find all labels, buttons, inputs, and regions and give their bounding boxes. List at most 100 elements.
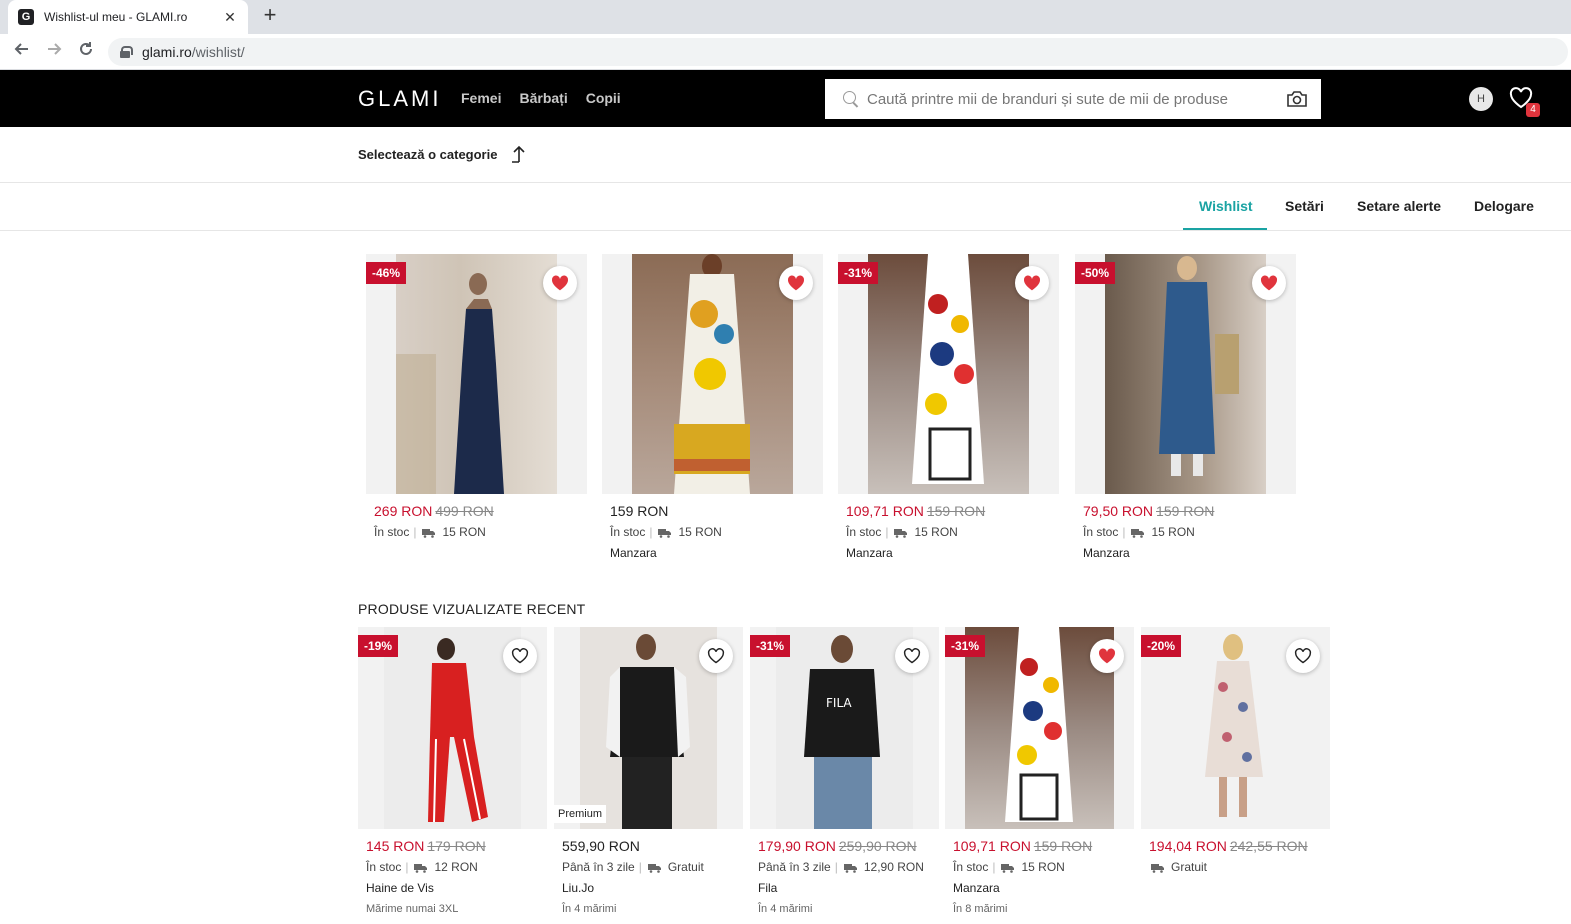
discount-badge: -50% [1075,262,1116,284]
product-image[interactable]: -50% [1075,254,1296,494]
camera-icon[interactable] [1279,87,1315,111]
search-input[interactable] [867,90,1279,108]
discount-badge: -19% [358,635,399,657]
discount-badge: -31% [750,635,791,657]
discount-badge: -31% [838,262,879,284]
wishlist-product-card[interactable]: -50% 79,50 RON 159 RON În stoc | 15 RON Man… [1075,254,1296,560]
recently-viewed-title: PRODUSE VIZUALIZATE RECENT [358,601,586,617]
recent-product-card[interactable]: FILA -31% 179,90 RON 259,90 RON Până în 3… [750,627,939,915]
old-price: 242,55 RON [1229,838,1308,854]
heart-outline-icon[interactable] [1286,639,1320,673]
old-price: 159 RON [1156,503,1215,519]
heart-outline-icon[interactable] [503,639,537,673]
brand-name[interactable]: Manzara [838,546,1059,560]
product-price: 269 RON [374,503,433,519]
nav-barbati[interactable]: Bărbați [519,90,567,106]
size-info: În 4 mărimi [562,903,617,915]
product-price: 109,71 RON [953,838,1031,854]
shipping-cost: Gratuit [1171,860,1208,874]
heart-filled-icon[interactable] [543,266,577,300]
product-image[interactable] [602,254,823,494]
shipping-cost: 15 RON [442,525,486,539]
availability: Până în 3 zile [562,860,635,874]
product-image[interactable]: FILA -31% [750,627,939,829]
availability: În stoc [846,525,882,539]
product-image[interactable]: -46% [366,254,587,494]
old-price: 179 RON [427,838,486,854]
truck-icon [422,527,436,538]
brand-name[interactable]: Manzara [1075,546,1296,560]
heart-filled-icon[interactable] [779,266,813,300]
old-price: 259,90 RON [838,838,917,854]
brand-name[interactable]: Liu.Jo [554,881,743,895]
size-info: În 4 mărimi [758,903,813,915]
abstract-print-dress-photo [868,254,1029,494]
product-image[interactable]: Premium [554,627,743,829]
black-sweater-photo [580,627,717,829]
recent-product-card[interactable]: -20% 194,04 RON 242,55 RON Gratuit [1141,627,1330,874]
premium-badge: Premium [554,805,607,823]
tab-wishlist[interactable]: Wishlist [1199,198,1253,214]
svg-text:FILA: FILA [826,696,852,710]
brand-name[interactable]: Manzara [945,881,1134,895]
old-price: 499 RON [435,503,494,519]
recent-product-card[interactable]: -31% 109,71 RON 159 RON În stoc | 15 RON Ma… [945,627,1134,915]
truck-icon [414,862,428,873]
select-category-link[interactable]: Selectează o categorie [358,147,497,162]
nav-femei[interactable]: Femei [461,90,501,106]
browser-tab-strip: G Wishlist-ul meu - GLAMI.ro ✕ + [0,0,1571,34]
shipping-cost: 12,90 RON [863,860,924,874]
shipping-cost: 15 RON [914,525,958,539]
product-image[interactable]: -31% [838,254,1059,494]
glami-logo[interactable]: GLAMI [358,86,441,112]
tab-setare-alerte[interactable]: Setare alerte [1357,198,1441,214]
brand-name[interactable]: Manzara [602,546,823,560]
availability: În stoc [610,525,646,539]
heart-filled-icon[interactable] [1090,639,1124,673]
availability: În stoc [366,860,402,874]
black-hoodie-photo: FILA [776,627,913,829]
search-icon [843,91,859,107]
floral-maxi-dress-photo [632,254,793,494]
wishlist-product-card[interactable]: -46% 269 RON 499 RON În stoc | 15 RON [366,254,587,539]
reload-icon[interactable] [74,40,98,64]
url-field[interactable]: glami.ro/wishlist/ [108,38,1568,66]
heart-outline-icon[interactable] [895,639,929,673]
wishlist-product-card[interactable]: -31% 109,71 RON 159 RON În stoc | 15 RON Ma… [838,254,1059,560]
forward-arrow-icon[interactable] [42,40,66,64]
product-image[interactable]: -20% [1141,627,1330,829]
truck-icon [658,527,672,538]
tab-setari[interactable]: Setări [1285,198,1324,214]
browser-tab[interactable]: G Wishlist-ul meu - GLAMI.ro ✕ [8,0,248,34]
back-arrow-icon[interactable] [10,40,34,64]
product-image[interactable]: -31% [945,627,1134,829]
new-tab-icon[interactable]: + [258,4,282,28]
truck-icon [647,862,662,873]
size-info: În 8 mărimi [953,903,1008,915]
heart-outline-icon[interactable] [699,639,733,673]
heart-filled-icon[interactable] [1252,266,1286,300]
tab-delogare[interactable]: Delogare [1474,198,1534,214]
lock-icon [120,46,133,58]
recent-product-card[interactable]: Premium 559,90 RON Până în 3 zile | Gratui… [554,627,743,915]
recent-product-card[interactable]: -19% 145 RON 179 RON În stoc | 12 RON Haine… [358,627,547,915]
product-price: 109,71 RON [846,503,924,519]
truck-icon [1131,527,1145,538]
search-box [825,79,1321,119]
arrow-up-icon[interactable] [510,145,526,163]
heart-filled-icon[interactable] [1015,266,1049,300]
avatar[interactable]: H [1469,87,1493,111]
nav-copii[interactable]: Copii [586,90,621,106]
discount-badge: -31% [945,635,986,657]
availability: Până în 3 zile [758,860,831,874]
product-price: 159 RON [610,503,669,519]
close-tab-icon[interactable]: ✕ [222,9,238,26]
brand-name[interactable]: Fila [750,881,939,895]
brand-name[interactable]: Haine de Vis [358,881,547,895]
address-bar: glami.ro/wishlist/ [0,34,1571,70]
truck-icon [843,862,858,873]
red-tracksuit-photo [384,627,521,829]
wishlist-product-card[interactable]: 159 RON În stoc | 15 RON Manzara [602,254,823,560]
account-tabs: Wishlist Setări Setare alerte Delogare [0,183,1571,231]
product-image[interactable]: -19% [358,627,547,829]
